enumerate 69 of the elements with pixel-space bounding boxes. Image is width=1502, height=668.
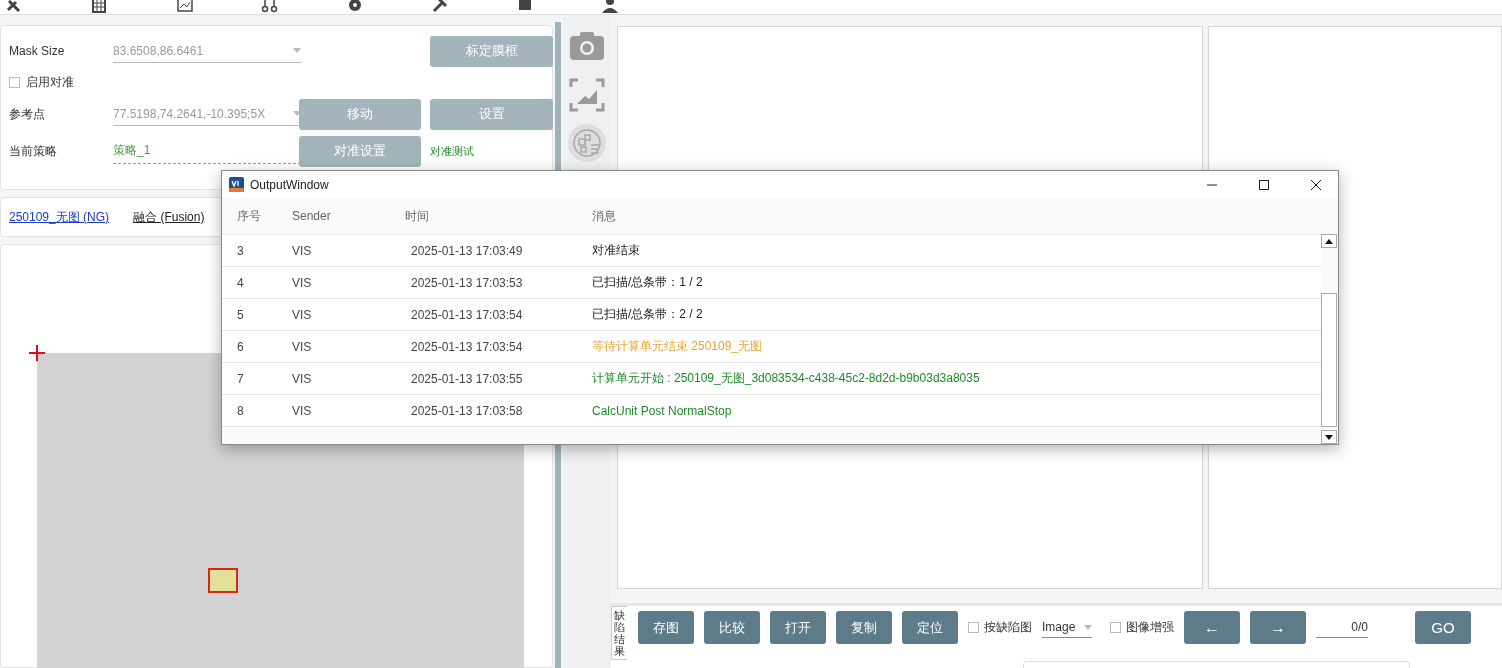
table-cell-text: 2025-01-13 17:03:55: [410, 371, 524, 386]
table-cell: 已扫描/总条带：1 / 2: [592, 274, 703, 291]
table-cell-text: VIS: [292, 339, 313, 354]
align-test-link[interactable]: 对准测试: [430, 143, 553, 159]
toolbar-icon[interactable]: [431, 0, 449, 14]
tool-button[interactable]: 复制: [836, 611, 892, 644]
tool-button[interactable]: 定位: [902, 611, 958, 644]
table-cell-text: 2025-01-13 17:03:58: [410, 403, 524, 418]
checkbox[interactable]: [1110, 622, 1121, 633]
vertical-tab[interactable]: 缺陷结果: [611, 606, 627, 661]
table-cell-text: 2025-01-13 17:03:54: [410, 339, 524, 354]
scrollbar-thumb[interactable]: [1321, 293, 1337, 427]
table-cell: CalcUnit Post NormalStop: [592, 403, 732, 418]
reference-point-label: 参考点: [9, 105, 46, 123]
page-field[interactable]: 0/0: [1316, 617, 1368, 638]
table-cell-text: 2025-01-13 17:03:54: [410, 307, 524, 322]
table-cell-text: VIS: [292, 243, 313, 258]
tool-button[interactable]: 比较: [704, 611, 760, 644]
toolbar-icon[interactable]: [176, 0, 194, 14]
mask-size-dropdown[interactable]: 83.6508,86.6461: [113, 39, 301, 63]
table-cell-text: VIS: [292, 275, 313, 290]
checkbox[interactable]: [968, 622, 979, 633]
toolbar-icon[interactable]: [91, 0, 109, 14]
checkbox[interactable]: [9, 76, 20, 88]
scroll-down-button[interactable]: [1321, 430, 1337, 444]
table-cell-text: 7: [237, 371, 245, 386]
toolbar-icon[interactable]: [601, 0, 619, 14]
tool-button[interactable]: 打开: [770, 611, 826, 644]
strategy-label: 当前策略: [9, 142, 58, 160]
image-dropdown[interactable]: Image: [1042, 617, 1092, 638]
down-arrow-icon: [1325, 434, 1333, 440]
column-header: Sender: [292, 209, 332, 223]
toolbar-icon[interactable]: [261, 0, 279, 14]
result-link[interactable]: 融合 (Fusion): [133, 208, 205, 226]
crosshair-icon: [29, 345, 45, 361]
mask-size-label: Mask Size: [9, 44, 66, 58]
column-header: 消息: [592, 207, 617, 225]
checkbox-label: 图像增强: [1126, 619, 1174, 636]
table-cell-text: 2025-01-13 17:03:49: [410, 243, 524, 258]
up-arrow-icon: [1325, 238, 1333, 244]
app-logo-icon: [229, 177, 244, 192]
column-header: 序号: [237, 207, 262, 225]
table-cell-text: VIS: [292, 307, 313, 322]
table-cell-text: 3: [237, 243, 245, 258]
caret-icon: [293, 48, 301, 53]
checkbox-label: 启用对准: [26, 73, 74, 91]
table-cell-text: 6: [237, 339, 245, 354]
scroll-up-button[interactable]: [1321, 234, 1337, 248]
table-cell-text: 5: [237, 307, 245, 322]
table-cell-text: 8: [237, 403, 245, 418]
table-cell: 计算单元开始 : 250109_无图_3d083534-c438-45c2-8d2d-b9b03d3a8035: [592, 370, 980, 387]
table-cell: 对准结束: [592, 242, 640, 259]
die-marker[interactable]: [208, 568, 238, 593]
table-cell: 等待计算单元结束 250109_无图: [592, 338, 763, 355]
result-link[interactable]: 250109_无图 (NG): [9, 208, 110, 226]
go-button[interactable]: GO: [1415, 611, 1471, 644]
table-cell-text: 4: [237, 275, 245, 290]
tool-button[interactable]: 存图: [638, 611, 694, 644]
nav-button[interactable]: ←: [1184, 611, 1240, 644]
table-cell: 已扫描/总条带：2 / 2: [592, 306, 703, 323]
table-cell-text: VIS: [292, 403, 313, 418]
window-title: OutputWindow: [250, 177, 330, 192]
nav-button[interactable]: →: [1250, 611, 1306, 644]
column-header: 时间: [405, 207, 430, 225]
checkbox-label: 按缺陷图: [984, 619, 1032, 636]
toolbar-icon[interactable]: [346, 0, 364, 14]
caret-icon: [1084, 624, 1092, 630]
table-cell-text: 2025-01-13 17:03:53: [410, 275, 524, 290]
table-cell-text: VIS: [292, 371, 313, 386]
